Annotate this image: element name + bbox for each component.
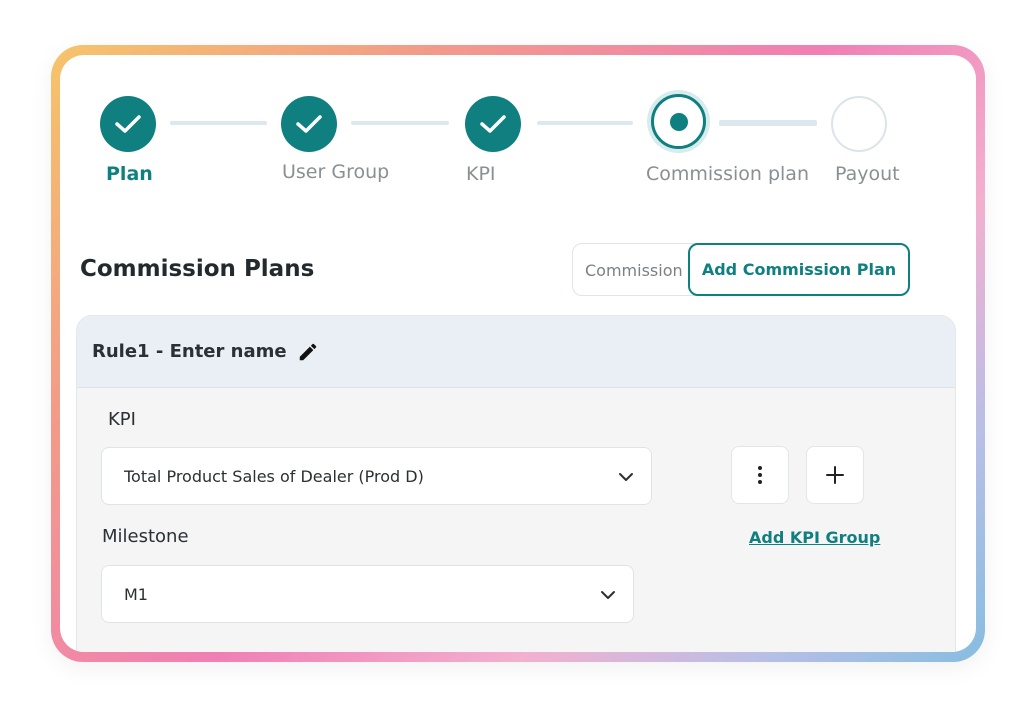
step-connector (170, 121, 267, 125)
kpi-select-value: Total Product Sales of Dealer (Prod D) (124, 466, 424, 486)
rule-title: Rule1 - Enter name (92, 341, 287, 362)
add-kpi-group-link[interactable]: Add KPI Group (749, 528, 880, 547)
step-label-payout[interactable]: Payout (835, 163, 900, 185)
kpi-label: KPI (108, 409, 136, 430)
step-payout-circle[interactable] (831, 96, 887, 152)
commission-toggle: Commission Add Commission Plan (572, 243, 910, 296)
add-kpi-button[interactable] (806, 446, 864, 504)
step-kpi-circle[interactable] (465, 96, 521, 152)
add-commission-plan-button[interactable]: Add Commission Plan (688, 243, 910, 296)
rule-header: Rule1 - Enter name (77, 316, 955, 388)
check-icon (115, 115, 141, 133)
more-vertical-icon (758, 466, 762, 484)
milestone-label: Milestone (102, 526, 189, 547)
milestone-select-value: M1 (124, 584, 148, 604)
check-icon (296, 115, 322, 133)
step-commission-plan-circle[interactable] (651, 94, 706, 149)
chevron-down-icon (619, 473, 633, 481)
step-user-group-circle[interactable] (281, 96, 337, 152)
step-label-commission-plan[interactable]: Commission plan (646, 163, 809, 185)
step-label-kpi[interactable]: KPI (466, 163, 496, 185)
pencil-icon[interactable] (297, 341, 319, 363)
wizard-card: Plan User Group KPI Commission plan Payo… (60, 55, 976, 652)
kpi-more-options-button[interactable] (731, 446, 789, 504)
step-label-user-group[interactable]: User Group (282, 161, 389, 183)
milestone-select[interactable]: M1 (101, 565, 634, 623)
rule-panel: Rule1 - Enter name KPI Total Product Sal… (76, 315, 956, 652)
step-connector (719, 120, 817, 126)
step-connector (351, 121, 449, 125)
current-step-dot (669, 112, 688, 131)
plus-icon (826, 466, 844, 484)
step-label-plan[interactable]: Plan (106, 163, 153, 185)
step-plan-circle[interactable] (100, 96, 156, 152)
chevron-down-icon (601, 591, 615, 599)
step-connector (537, 121, 633, 125)
kpi-select[interactable]: Total Product Sales of Dealer (Prod D) (101, 447, 652, 505)
commission-tab[interactable]: Commission (585, 261, 683, 280)
check-icon (480, 115, 506, 133)
page-title: Commission Plans (80, 256, 315, 282)
